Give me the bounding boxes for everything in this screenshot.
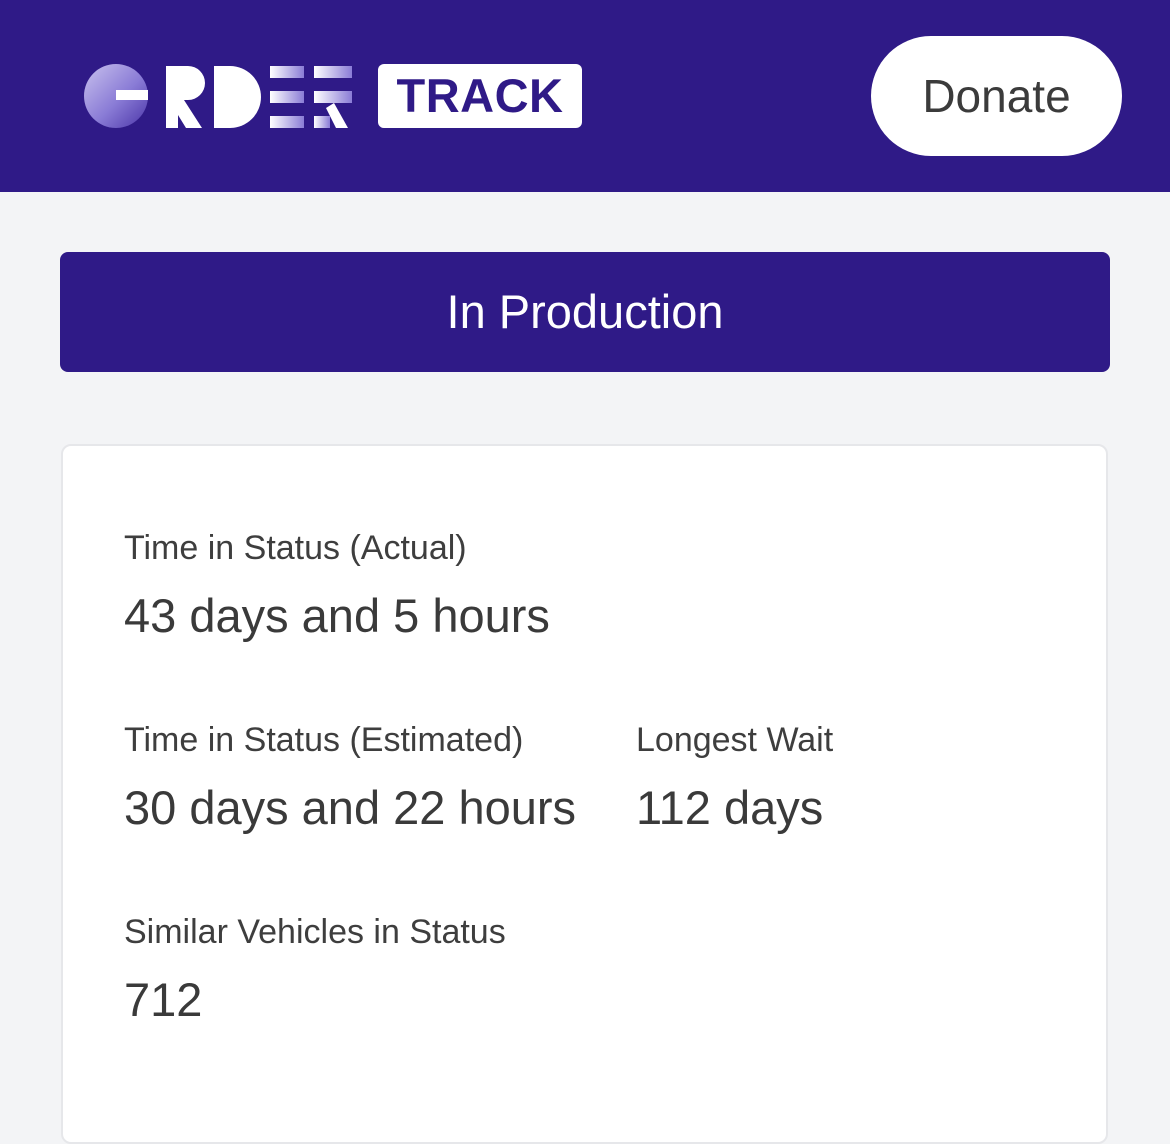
- stat-label: Similar Vehicles in Status: [124, 913, 506, 951]
- stat-value: 30 days and 22 hours: [124, 781, 577, 834]
- stat-label: Time in Status (Estimated): [124, 721, 524, 759]
- stat-similar-vehicles: Similar Vehicles in Status 712: [124, 912, 506, 1028]
- stat-time-actual: Time in Status (Actual) 43 days and 5 ho…: [124, 528, 550, 644]
- status-banner: In Production: [60, 252, 1110, 372]
- stat-label: Time in Status (Actual): [124, 529, 467, 567]
- stat-value: 112 days: [636, 781, 824, 834]
- stat-label: Longest Wait: [636, 721, 834, 759]
- order-logo-mark: [84, 64, 352, 128]
- stat-time-estimated: Time in Status (Estimated) 30 days and 2…: [124, 720, 576, 836]
- stat-value: 43 days and 5 hours: [124, 589, 550, 642]
- app-header: TRACK Donate: [0, 0, 1170, 192]
- stat-longest-wait: Longest Wait 112 days: [636, 720, 833, 836]
- stat-value: 712: [124, 973, 203, 1026]
- order-track-logo[interactable]: TRACK: [82, 62, 582, 130]
- track-badge: TRACK: [378, 64, 582, 128]
- status-details-card: Time in Status (Actual) 43 days and 5 ho…: [61, 444, 1108, 1144]
- donate-button[interactable]: Donate: [871, 36, 1122, 156]
